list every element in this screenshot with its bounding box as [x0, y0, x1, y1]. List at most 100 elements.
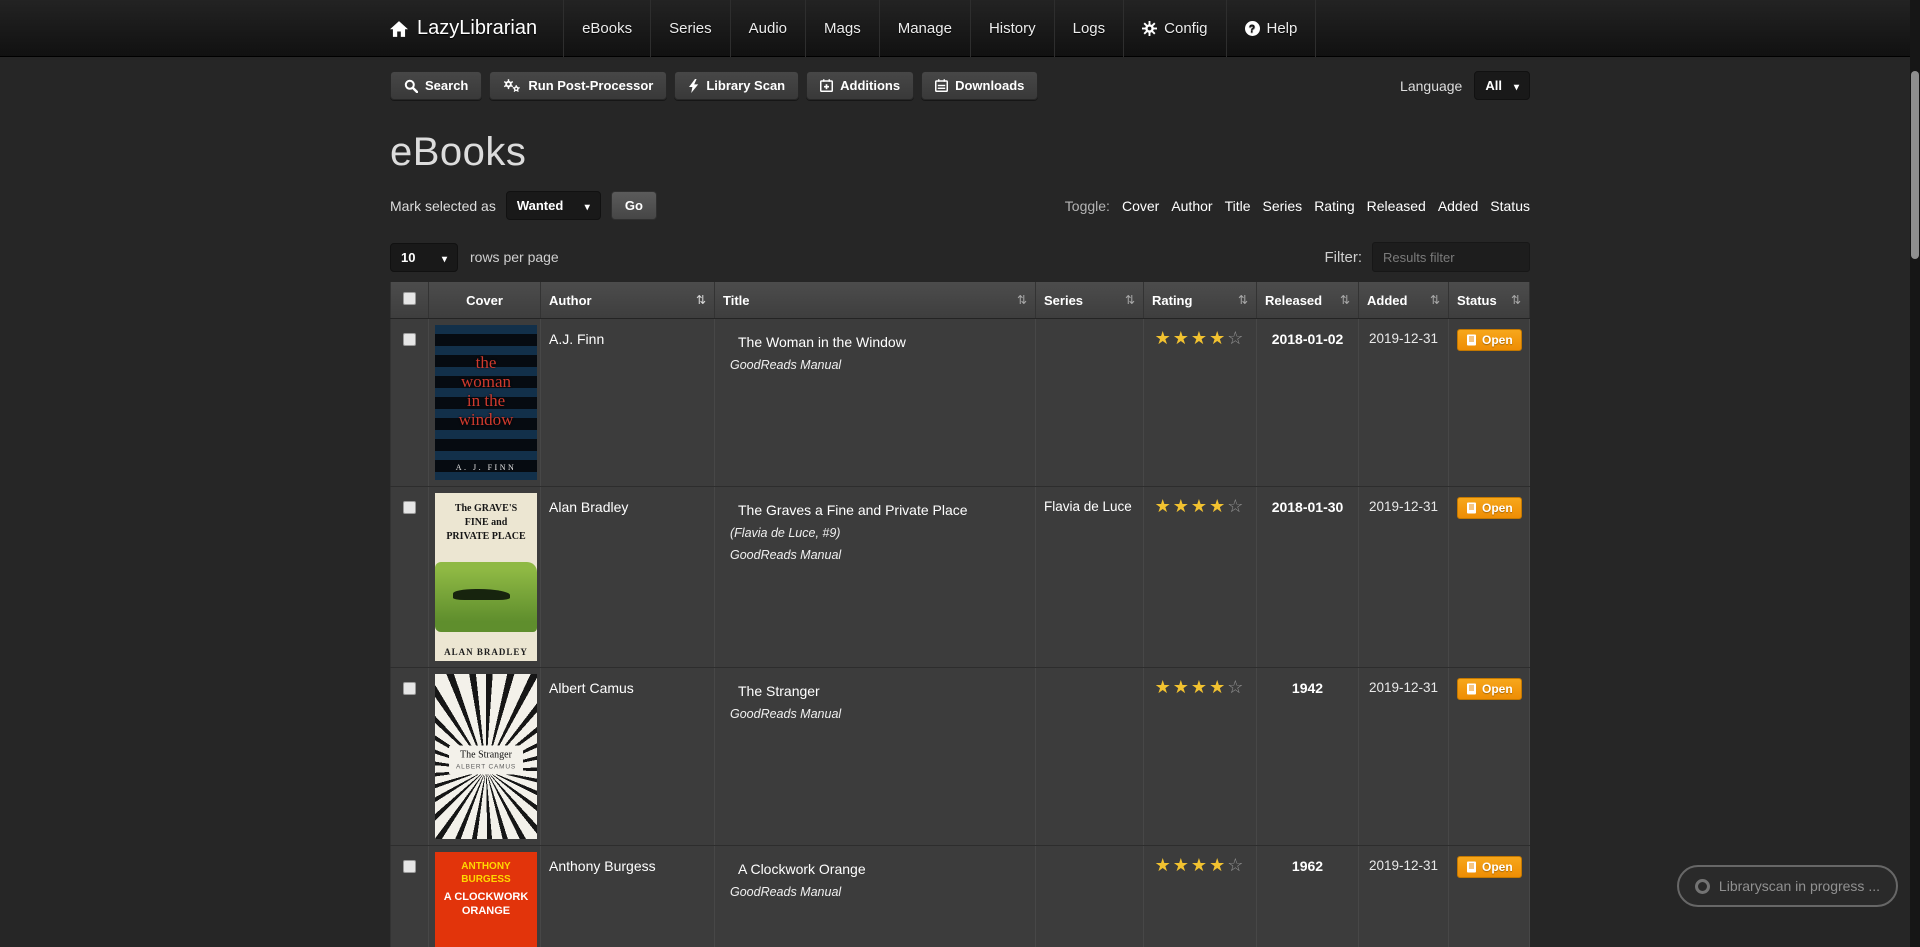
added-cell: 2019-12-31	[1359, 487, 1449, 668]
series-cell: Flavia de Luce	[1036, 487, 1144, 668]
column-header-series[interactable]: Series	[1036, 282, 1144, 319]
chevron-down-icon	[442, 250, 447, 265]
book-title-link[interactable]: A Clockwork Orange	[723, 852, 1027, 877]
home-icon	[390, 21, 408, 37]
books-table: Cover Author Title Series Rating Release…	[390, 282, 1530, 947]
book-cover[interactable]: The Stranger ALBERT CAMUS	[435, 674, 537, 839]
toggle-author[interactable]: Author	[1171, 198, 1212, 214]
libraryscan-toast[interactable]: Libraryscan in progress ...	[1677, 865, 1898, 907]
mark-selected-label: Mark selected as	[390, 198, 496, 214]
sort-icon	[1430, 293, 1440, 307]
sort-icon	[696, 293, 706, 307]
book-cover[interactable]: the woman in the window A. J. FINN	[435, 325, 537, 480]
book-icon	[1466, 683, 1477, 695]
book-title-link[interactable]: The Graves a Fine and Private Place	[723, 493, 1027, 518]
main-content: eBooks Mark selected as Wanted Go Toggle…	[390, 130, 1530, 947]
row-checkbox[interactable]	[403, 682, 416, 695]
navbar: LazyLibrarian eBooks Series Audio Mags M…	[0, 0, 1920, 57]
toggle-series[interactable]: Series	[1263, 198, 1303, 214]
toggle-title[interactable]: Title	[1225, 198, 1251, 214]
chevron-down-icon	[1514, 78, 1519, 93]
nav-item-history[interactable]: History	[970, 0, 1054, 57]
released-cell: 1962	[1257, 846, 1359, 947]
column-header-released[interactable]: Released	[1257, 282, 1359, 319]
nav-item-config[interactable]: Config	[1123, 0, 1225, 57]
row-checkbox[interactable]	[403, 333, 416, 346]
author-link[interactable]: Anthony Burgess	[549, 858, 656, 874]
author-link[interactable]: Albert Camus	[549, 680, 634, 696]
spinner-icon	[1695, 879, 1710, 894]
book-title-link[interactable]: The Stranger	[723, 674, 1027, 699]
toggle-released[interactable]: Released	[1367, 198, 1426, 214]
nav-item-manage[interactable]: Manage	[879, 0, 970, 57]
book-cover[interactable]: ANTHONY BURGESS A CLOCKWORK ORANGE	[435, 852, 537, 947]
search-icon	[404, 79, 418, 93]
author-link[interactable]: A.J. Finn	[549, 331, 604, 347]
toggle-status[interactable]: Status	[1490, 198, 1530, 214]
table-row: The Stranger ALBERT CAMUS Albert Camus T…	[391, 668, 1530, 846]
filter-input[interactable]	[1372, 242, 1530, 272]
toggle-label: Toggle:	[1065, 198, 1110, 214]
table-row: The GRAVE'S FINE and PRIVATE PLACE ALAN …	[391, 487, 1530, 668]
book-title-link[interactable]: The Woman in the Window	[723, 325, 1027, 350]
gear-icon	[1142, 21, 1157, 36]
book-icon	[1466, 502, 1477, 514]
star-rating: ★★★★☆	[1155, 858, 1246, 874]
scrollbar-thumb[interactable]	[1911, 71, 1919, 259]
source-note: GoodReads Manual	[723, 707, 1027, 721]
downloads-button[interactable]: Downloads	[921, 71, 1038, 100]
language-label: Language	[1400, 78, 1462, 94]
book-cover[interactable]: The GRAVE'S FINE and PRIVATE PLACE ALAN …	[435, 493, 537, 661]
nav-items: eBooks Series Audio Mags Manage History …	[563, 0, 1316, 57]
go-button[interactable]: Go	[611, 191, 657, 220]
open-button[interactable]: Open	[1457, 497, 1522, 519]
column-header-rating[interactable]: Rating	[1144, 282, 1257, 319]
column-header-added[interactable]: Added	[1359, 282, 1449, 319]
toggle-rating[interactable]: Rating	[1314, 198, 1354, 214]
brand-link[interactable]: LazyLibrarian	[390, 0, 563, 57]
nav-item-logs[interactable]: Logs	[1054, 0, 1124, 57]
sort-icon	[1238, 293, 1248, 307]
book-icon	[1466, 861, 1477, 873]
author-link[interactable]: Alan Bradley	[549, 499, 628, 515]
sort-icon	[1017, 293, 1027, 307]
table-header-row: Cover Author Title Series Rating Release…	[391, 282, 1530, 319]
row-checkbox[interactable]	[403, 501, 416, 514]
column-header-cover: Cover	[429, 282, 541, 319]
series-cell	[1036, 846, 1144, 947]
series-note: (Flavia de Luce, #9)	[723, 526, 1027, 540]
series-cell	[1036, 319, 1144, 487]
question-icon: ?	[1245, 21, 1260, 36]
library-scan-button[interactable]: Library Scan	[674, 71, 799, 100]
nav-item-series[interactable]: Series	[650, 0, 730, 57]
gears-icon	[503, 78, 521, 93]
additions-button[interactable]: Additions	[806, 71, 914, 100]
filter-label: Filter:	[1325, 249, 1363, 266]
nav-item-ebooks[interactable]: eBooks	[563, 0, 650, 57]
bolt-icon	[688, 79, 699, 93]
open-button[interactable]: Open	[1457, 329, 1522, 351]
toggle-cover[interactable]: Cover	[1122, 198, 1159, 214]
released-cell: 1942	[1257, 668, 1359, 846]
toggle-added[interactable]: Added	[1438, 198, 1478, 214]
column-header-status[interactable]: Status	[1449, 282, 1530, 319]
column-header-title[interactable]: Title	[715, 282, 1036, 319]
rows-per-page-select[interactable]: 10	[390, 243, 458, 272]
column-header-author[interactable]: Author	[541, 282, 715, 319]
page-title: eBooks	[390, 130, 1530, 175]
row-checkbox[interactable]	[403, 860, 416, 873]
added-cell: 2019-12-31	[1359, 668, 1449, 846]
select-all-checkbox[interactable]	[403, 292, 416, 305]
sort-icon	[1511, 293, 1521, 307]
table-row: the woman in the window A. J. FINN A.J. …	[391, 319, 1530, 487]
open-button[interactable]: Open	[1457, 856, 1522, 878]
open-button[interactable]: Open	[1457, 678, 1522, 700]
nav-item-mags[interactable]: Mags	[805, 0, 879, 57]
nav-item-audio[interactable]: Audio	[730, 0, 805, 57]
search-button[interactable]: Search	[390, 71, 482, 100]
mark-selected-select[interactable]: Wanted	[506, 191, 601, 220]
rows-per-page-label: rows per page	[470, 249, 559, 265]
language-select[interactable]: All	[1474, 71, 1530, 100]
nav-item-help[interactable]: ? Help	[1226, 0, 1317, 57]
run-post-processor-button[interactable]: Run Post-Processor	[489, 71, 667, 100]
